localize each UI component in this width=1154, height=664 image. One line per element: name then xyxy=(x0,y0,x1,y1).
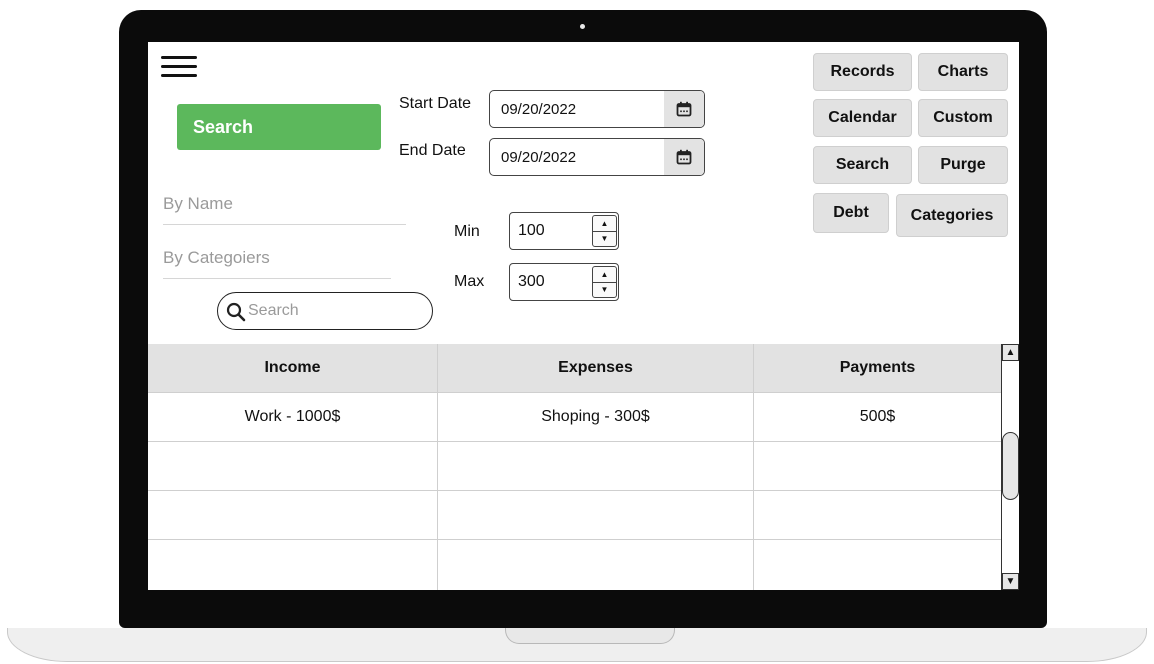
min-stepper[interactable]: 100 ▲ ▼ xyxy=(509,212,619,250)
table-cell xyxy=(438,540,754,590)
table-cell xyxy=(148,491,438,539)
app-screen: Search Start Date 09/20/2022 End Date 09… xyxy=(148,42,1019,590)
search-nav-button[interactable]: Search xyxy=(813,146,912,184)
charts-button[interactable]: Charts xyxy=(918,53,1008,91)
custom-button[interactable]: Custom xyxy=(918,99,1008,137)
end-date-field[interactable]: 09/20/2022 xyxy=(489,138,705,176)
debt-button[interactable]: Debt xyxy=(813,193,889,233)
by-name-input[interactable]: By Name xyxy=(163,194,406,225)
records-button[interactable]: Records xyxy=(813,53,912,91)
by-categories-placeholder: By Categoiers xyxy=(163,248,270,267)
start-date-label: Start Date xyxy=(399,95,472,112)
table-row[interactable] xyxy=(148,491,1001,540)
purge-button[interactable]: Purge xyxy=(918,146,1008,184)
column-header-income: Income xyxy=(148,344,438,392)
column-header-payments: Payments xyxy=(839,359,916,376)
start-date-field[interactable]: 09/20/2022 xyxy=(489,90,705,128)
column-header-expenses: Expenses xyxy=(438,344,754,392)
table-scrollbar[interactable]: ▲ ▼ xyxy=(1001,344,1019,590)
max-label: Max xyxy=(454,273,485,290)
increment-icon[interactable]: ▲ xyxy=(593,216,616,232)
increment-icon[interactable]: ▲ xyxy=(593,267,616,283)
table-cell: Shoping - 300$ xyxy=(438,393,754,441)
records-table: Income Expenses Payments Work - 1000$ Sh… xyxy=(148,344,1001,590)
categories-button[interactable]: Categories xyxy=(896,194,1008,237)
max-stepper[interactable]: 300 ▲ ▼ xyxy=(509,263,619,301)
camera-dot xyxy=(580,24,585,29)
search-icon xyxy=(226,302,246,327)
table-cell xyxy=(148,442,438,490)
by-name-placeholder: By Name xyxy=(163,194,233,213)
table-cell xyxy=(754,491,1001,539)
table-cell xyxy=(754,442,1001,490)
by-categories-input[interactable]: By Categoiers xyxy=(163,248,391,279)
table-header-row: Income Expenses Payments xyxy=(148,344,1001,393)
table-row[interactable]: Work - 1000$ Shoping - 300$ 500$ xyxy=(148,393,1001,442)
scroll-down-icon[interactable]: ▼ xyxy=(1002,573,1019,590)
max-stepper-arrows: ▲ ▼ xyxy=(592,266,617,298)
max-value: 300 xyxy=(518,273,545,290)
decrement-icon[interactable]: ▼ xyxy=(593,231,616,246)
search-button[interactable]: Search xyxy=(177,104,381,150)
end-date-value: 09/20/2022 xyxy=(501,149,577,166)
hamburger-menu-icon[interactable] xyxy=(161,56,197,78)
calendar-button[interactable]: Calendar xyxy=(813,99,912,137)
min-label: Min xyxy=(454,223,480,240)
search-placeholder: Search xyxy=(248,302,299,319)
min-stepper-arrows: ▲ ▼ xyxy=(592,215,617,247)
calendar-icon[interactable] xyxy=(664,139,704,175)
laptop-notch xyxy=(505,628,675,644)
calendar-icon[interactable] xyxy=(664,91,704,127)
table-row[interactable] xyxy=(148,442,1001,491)
table-cell xyxy=(438,491,754,539)
table-cell: 500$ xyxy=(859,408,896,425)
table-cell: Work - 1000$ xyxy=(148,393,438,441)
min-value: 100 xyxy=(518,222,545,239)
laptop-base xyxy=(7,628,1147,662)
scroll-up-icon[interactable]: ▲ xyxy=(1002,344,1019,361)
start-date-value: 09/20/2022 xyxy=(501,101,577,118)
scrollbar-thumb[interactable] xyxy=(1002,432,1019,500)
end-date-label: End Date xyxy=(399,142,466,159)
table-cell xyxy=(148,540,438,590)
decrement-icon[interactable]: ▼ xyxy=(593,282,616,297)
table-row[interactable] xyxy=(148,540,1001,590)
table-cell xyxy=(438,442,754,490)
table-cell xyxy=(754,540,1001,590)
search-input[interactable]: Search xyxy=(217,292,433,330)
